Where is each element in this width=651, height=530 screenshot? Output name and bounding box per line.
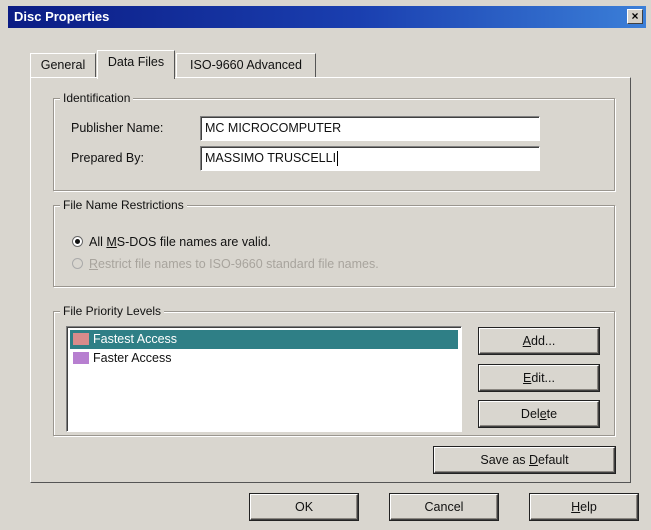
list-item-faster-access[interactable]: Faster Access: [70, 349, 458, 368]
identification-group: Identification Publisher Name: MC MICROC…: [53, 91, 615, 191]
publisher-name-label: Publisher Name:: [71, 121, 164, 135]
option1-text-post: S-DOS file names are valid.: [116, 235, 272, 249]
tab-general-label: General: [40, 58, 86, 72]
help-button[interactable]: Help: [530, 494, 638, 520]
radio-checked-icon: [72, 236, 83, 247]
file-priority-levels-title: File Priority Levels: [60, 304, 165, 318]
priority-color-swatch: [73, 352, 89, 364]
radio-restrict-iso9660[interactable]: Restrict file names to ISO-9660 standard…: [72, 257, 379, 271]
cancel-button[interactable]: Cancel: [390, 494, 498, 520]
option1-text-pre: All: [89, 235, 107, 249]
add-label: dd...: [531, 334, 556, 348]
priority-color-swatch: [73, 333, 89, 345]
option2-text-post: estrict file names to ISO-9660 standard …: [98, 257, 379, 271]
delete-mnemonic: e: [539, 407, 547, 421]
add-button[interactable]: Add...: [479, 328, 599, 354]
list-item-label: Faster Access: [93, 351, 172, 365]
save-default-post: efault: [538, 453, 569, 467]
ok-button[interactable]: OK: [250, 494, 358, 520]
tab-iso-9660-advanced-label: ISO-9660 Advanced: [190, 58, 302, 72]
window-title: Disc Properties: [14, 9, 110, 24]
radio-all-msdos-valid[interactable]: All MS-DOS file names are valid.: [72, 235, 271, 249]
file-priority-levels-group: File Priority Levels Fastest Access Fast…: [53, 304, 615, 436]
edit-label: dit...: [531, 371, 555, 385]
prepared-by-field[interactable]: MASSIMO TRUSCELLI: [200, 146, 540, 171]
tab-iso-9660-advanced[interactable]: ISO-9660 Advanced: [176, 53, 316, 78]
save-default-pre: Save as: [480, 453, 529, 467]
close-icon: ×: [631, 9, 639, 23]
publisher-name-value: MC MICROCOMPUTER: [205, 121, 342, 135]
edit-button[interactable]: Edit...: [479, 365, 599, 391]
file-name-restrictions-group: File Name Restrictions All MS-DOS file n…: [53, 198, 615, 287]
help-label: elp: [580, 500, 597, 514]
cancel-label: Cancel: [424, 500, 464, 514]
option1-mnemonic: M: [106, 235, 117, 249]
save-default-mnemonic: D: [529, 453, 539, 467]
file-name-restrictions-title: File Name Restrictions: [60, 198, 187, 212]
tab-general[interactable]: General: [30, 53, 96, 78]
title-bar: Disc Properties ×: [8, 6, 646, 28]
close-button[interactable]: ×: [627, 9, 643, 24]
priority-listbox[interactable]: Fastest Access Faster Access: [66, 326, 462, 432]
tab-data-files-label: Data Files: [107, 55, 165, 69]
publisher-name-field[interactable]: MC MICROCOMPUTER: [200, 116, 540, 141]
save-as-default-button[interactable]: Save as Default: [434, 447, 615, 473]
help-mnemonic: H: [571, 500, 581, 514]
option2-mnemonic: R: [89, 257, 99, 271]
prepared-by-value: MASSIMO TRUSCELLI: [205, 151, 337, 165]
delete-label-post: te: [546, 407, 558, 421]
identification-title: Identification: [60, 91, 134, 105]
tab-data-files[interactable]: Data Files: [97, 50, 175, 79]
list-item-label: Fastest Access: [93, 332, 178, 346]
tab-panel: Identification Publisher Name: MC MICROC…: [30, 77, 631, 483]
list-item-fastest-access[interactable]: Fastest Access: [70, 330, 458, 349]
prepared-by-label: Prepared By:: [71, 151, 144, 165]
delete-label-pre: Del: [520, 407, 540, 421]
add-mnemonic: A: [522, 334, 531, 348]
ok-label: OK: [294, 500, 314, 514]
delete-button[interactable]: Delete: [479, 401, 599, 427]
text-caret: [337, 151, 339, 167]
radio-unchecked-icon: [72, 258, 83, 269]
